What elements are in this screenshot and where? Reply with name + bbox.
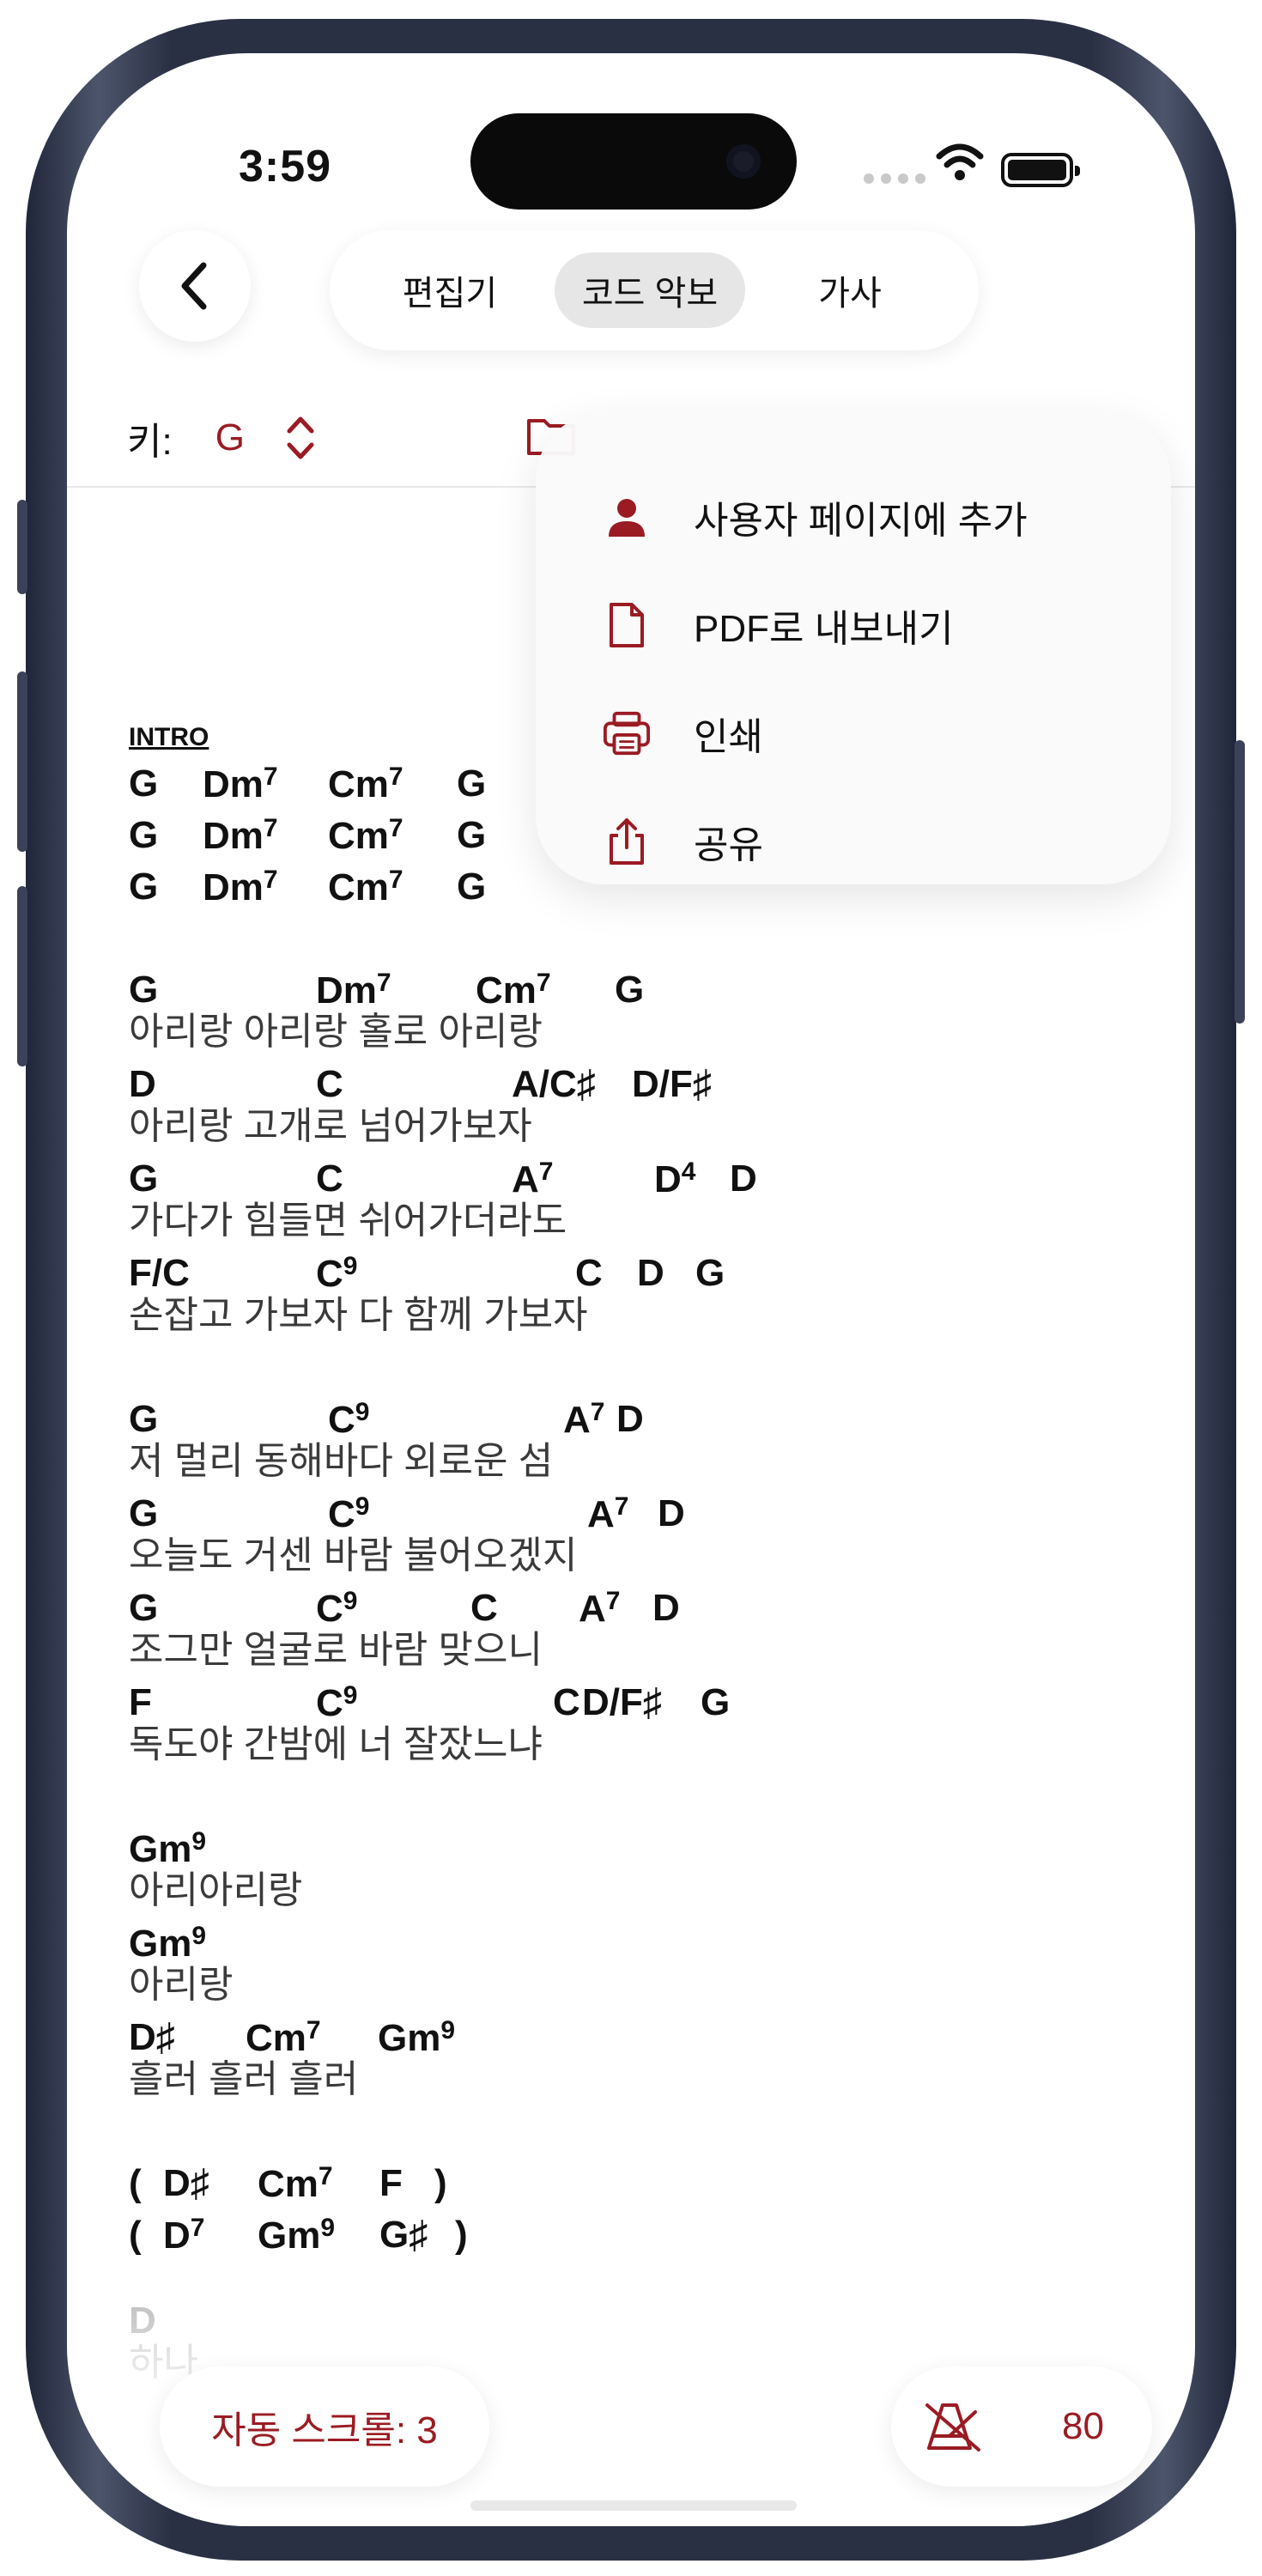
chord-row: G C9 A7 D xyxy=(129,1398,644,1441)
chevron-left-icon xyxy=(181,262,207,310)
menu-item-label: 사용자 페이지에 추가 xyxy=(694,500,1028,542)
power-button xyxy=(1235,740,1245,1024)
screen: 3:59 편집기 코드 악보 가사 키: G INTRO G Dm7 Cm7 G… xyxy=(67,53,1195,2526)
chord-row: D C A/C♯ D/F♯ xyxy=(129,1063,712,1105)
chord-row: F/C C9 C D G xyxy=(129,1252,725,1295)
volume-down-button xyxy=(17,886,27,1066)
chord-row: G C9 C A7 D xyxy=(129,1587,680,1630)
metronome-icon xyxy=(925,2403,980,2451)
chord-row: F C9 C D/F♯ G xyxy=(129,1681,731,1724)
chevron-up-down-icon[interactable] xyxy=(286,414,315,462)
action-button xyxy=(17,500,27,594)
menu-item-print[interactable]: 인쇄 xyxy=(603,699,763,768)
autoscroll-button[interactable]: 자동 스크롤: 3 xyxy=(160,2366,489,2487)
battery-icon xyxy=(1001,153,1080,187)
metronome-button[interactable]: 80 xyxy=(891,2366,1152,2487)
key-value[interactable]: G xyxy=(215,416,245,459)
more-options-menu: 사용자 페이지에 추가 PDF로 내보내기 인쇄 공유 xyxy=(536,412,1171,884)
phone-frame: 3:59 편집기 코드 악보 가사 키: G INTRO G Dm7 Cm7 G… xyxy=(17,19,1245,2561)
home-indicator xyxy=(470,2500,797,2511)
tab-lyrics[interactable]: 가사 xyxy=(755,252,944,328)
printer-icon xyxy=(603,709,651,757)
key-label: 키: xyxy=(127,421,173,463)
chord-row: ( D♯ Cm7 F ) xyxy=(129,2162,447,2205)
cellular-signal-icon xyxy=(864,173,925,184)
volume-up-button xyxy=(17,671,27,852)
menu-item-add-to-user-page[interactable]: 사용자 페이지에 추가 xyxy=(603,483,1028,551)
back-button[interactable] xyxy=(139,230,251,342)
chord-row: G Dm7 Cm7 G xyxy=(129,969,645,1012)
key-selector: 키: G xyxy=(127,410,315,465)
chord-row: Gm9 xyxy=(129,1922,207,1965)
tab-chord-sheet[interactable]: 코드 악보 xyxy=(555,252,745,328)
menu-item-label: PDF로 내보내기 xyxy=(694,608,954,650)
view-segmented-control: 편집기 코드 악보 가사 xyxy=(330,230,979,350)
tempo-value: 80 xyxy=(1062,2405,1104,2447)
menu-item-export-pdf[interactable]: PDF로 내보내기 xyxy=(603,591,954,659)
menu-item-label: 공유 xyxy=(694,824,763,866)
dynamic-island xyxy=(470,113,797,210)
tab-editor[interactable]: 편집기 xyxy=(355,252,544,328)
menu-item-label: 인쇄 xyxy=(694,716,763,758)
chord-row: G C9 A7 D xyxy=(129,1492,685,1535)
menu-item-share[interactable]: 공유 xyxy=(603,807,763,876)
person-icon xyxy=(603,493,651,541)
document-icon xyxy=(603,601,651,649)
chord-row: ( D7 Gm9 G♯ ) xyxy=(129,2214,468,2257)
chord-row: D♯ Cm7 Gm9 xyxy=(129,2016,456,2059)
chord-row: Gm9 xyxy=(129,1827,207,1870)
chord-row: G C A7 D4 D xyxy=(129,1157,757,1200)
status-time: 3:59 xyxy=(239,142,332,191)
share-icon xyxy=(603,817,651,866)
wifi-icon xyxy=(936,143,984,180)
chord-sheet: INTRO G Dm7 Cm7 G G Dm7 Cm7 G G Dm7 Cm7 … xyxy=(129,723,1159,2391)
camera-icon xyxy=(726,144,761,179)
